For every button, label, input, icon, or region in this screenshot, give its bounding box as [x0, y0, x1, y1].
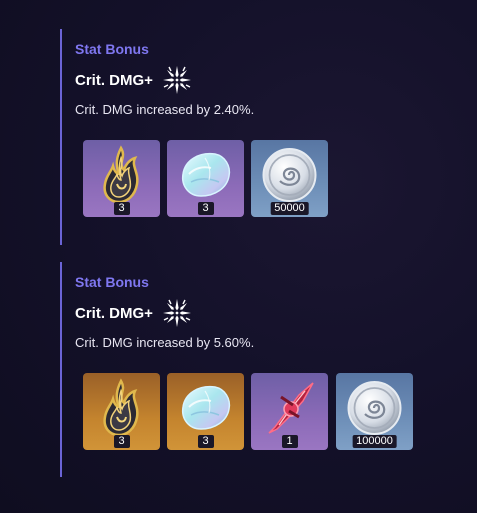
- item-count: 3: [197, 435, 214, 448]
- material-item[interactable]: 3: [83, 373, 160, 450]
- item-count: 100000: [352, 435, 397, 448]
- crit-dmg-burst-icon: [162, 65, 192, 95]
- stat-row: Crit. DMG+: [75, 65, 192, 95]
- material-item[interactable]: 100000: [336, 373, 413, 450]
- stat-description: Crit. DMG increased by 5.60%.: [75, 335, 255, 350]
- section-title: Stat Bonus: [75, 274, 149, 290]
- crit-dmg-burst-icon: [162, 298, 192, 328]
- item-count: 3: [113, 202, 130, 215]
- section-title: Stat Bonus: [75, 41, 149, 57]
- dark-flame-material-icon: [91, 377, 152, 438]
- material-item[interactable]: 3: [83, 140, 160, 217]
- stat-bonus-section: Stat Bonus Crit. DMG+ Crit. DMG increase…: [60, 29, 440, 245]
- stat-name: Crit. DMG+: [75, 71, 153, 89]
- iridescent-shell-material-icon: [175, 377, 236, 438]
- item-count: 50000: [270, 202, 309, 215]
- stat-name: Crit. DMG+: [75, 304, 153, 322]
- stat-description: Crit. DMG increased by 2.40%.: [75, 102, 255, 117]
- crimson-crystal-material-icon: [259, 377, 320, 438]
- stat-bonus-section: Stat Bonus Crit. DMG+ Crit. DMG increase…: [60, 262, 440, 477]
- iridescent-shell-material-icon: [175, 144, 236, 205]
- material-item[interactable]: 1: [251, 373, 328, 450]
- dark-flame-material-icon: [91, 144, 152, 205]
- silver-shell-coin-icon: [344, 377, 405, 438]
- item-count: 3: [197, 202, 214, 215]
- material-item[interactable]: 3: [167, 140, 244, 217]
- item-count: 3: [113, 435, 130, 448]
- item-count: 1: [281, 435, 298, 448]
- stat-row: Crit. DMG+: [75, 298, 192, 328]
- material-item[interactable]: 50000: [251, 140, 328, 217]
- material-item[interactable]: 3: [167, 373, 244, 450]
- silver-shell-coin-icon: [259, 144, 320, 205]
